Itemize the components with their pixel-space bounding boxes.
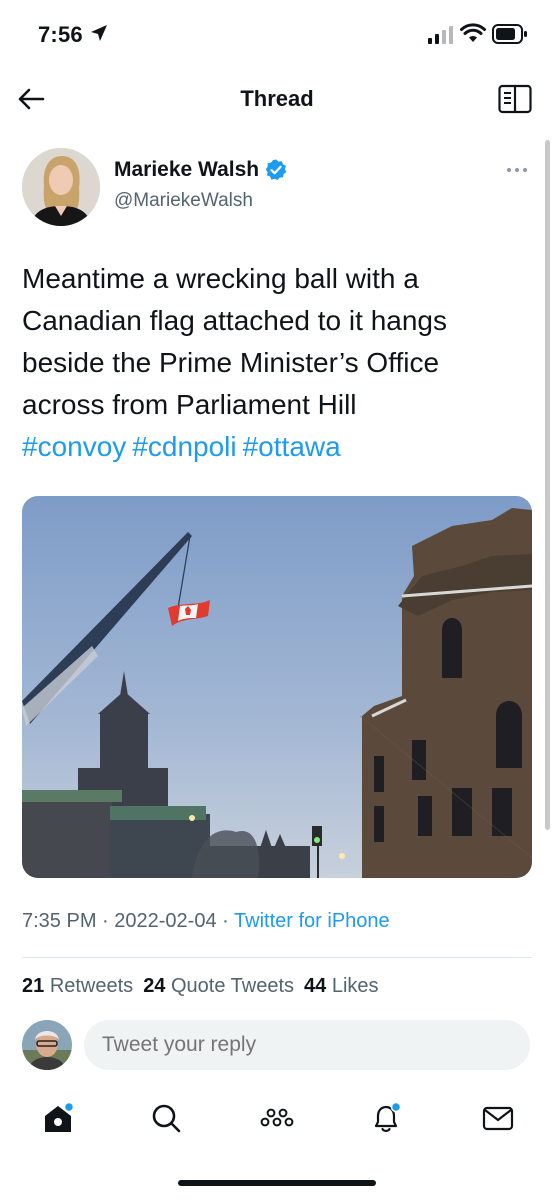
status-time: 7:56 (38, 22, 83, 47)
likes-stat[interactable]: 44 Likes (304, 975, 379, 998)
cellular-signal-icon (428, 26, 453, 44)
likes-count: 44 (304, 975, 327, 997)
tweet-source-link[interactable]: Twitter for iPhone (234, 910, 390, 932)
likes-label: Likes (331, 975, 379, 997)
author-name-row[interactable]: Marieke Walsh (114, 158, 287, 182)
reply-bar (0, 1018, 554, 1076)
hashtag-link[interactable]: #ottawa (243, 431, 341, 462)
engagement-stats: 21 Retweets 24 Quote Tweets 44 Likes (22, 975, 379, 998)
quote-tweets-count: 24 (143, 975, 166, 997)
tweet-photo[interactable] (22, 496, 532, 878)
meta-separator: · (222, 910, 229, 932)
battery-icon (492, 24, 527, 44)
page-title: Thread (240, 86, 314, 111)
user-photo (22, 1020, 72, 1070)
notifications-icon (374, 1101, 402, 1132)
home-indicator[interactable] (178, 1180, 376, 1186)
more-options-icon[interactable] (506, 166, 528, 174)
messages-icon (482, 1106, 514, 1131)
tweet-timestamp: 7:35 PM · 2022-02-04 · Twitter for iPhon… (22, 910, 390, 933)
meta-separator: · (102, 910, 109, 932)
home-icon (45, 1101, 75, 1132)
author-handle[interactable]: @MariekeWalsh (114, 190, 253, 212)
wifi-icon (460, 23, 486, 42)
retweets-stat[interactable]: 21 Retweets (22, 975, 133, 998)
author-avatar[interactable] (22, 148, 100, 226)
reply-input[interactable] (84, 1020, 530, 1070)
bottom-tab-bar (0, 1090, 554, 1150)
tab-notifications[interactable] (366, 1098, 406, 1138)
search-icon (152, 1104, 181, 1133)
quote-tweets-stat[interactable]: 24 Quote Tweets (143, 975, 294, 998)
tweet-time: 7:35 PM (22, 910, 97, 932)
tab-messages[interactable] (478, 1098, 518, 1138)
user-avatar[interactable] (22, 1020, 72, 1070)
status-bar: 7:56 (0, 0, 554, 70)
scrollbar[interactable] (545, 140, 550, 830)
photo-scene (22, 496, 532, 878)
author-display-name[interactable]: Marieke Walsh (114, 158, 259, 182)
tweet-date: 2022-02-04 (114, 910, 217, 932)
nav-header: Thread (0, 72, 554, 128)
tab-home[interactable] (38, 1098, 78, 1138)
hashtag-list: #convoy #cdnpoli #ottawa (22, 426, 347, 468)
author-photo (22, 148, 100, 226)
hashtag-link[interactable]: #cdnpoli (132, 431, 236, 462)
hashtag-link[interactable]: #convoy (22, 431, 126, 462)
location-arrow-icon (91, 25, 107, 41)
reader-mode-icon[interactable] (498, 84, 532, 114)
tab-spaces[interactable] (257, 1098, 297, 1138)
retweets-label: Retweets (49, 975, 134, 997)
quote-tweets-label: Quote Tweets (171, 975, 295, 997)
tab-search[interactable] (146, 1098, 186, 1138)
spaces-icon (260, 1108, 294, 1127)
retweets-count: 21 (22, 975, 45, 997)
divider (22, 957, 532, 958)
verified-badge-icon (265, 159, 287, 180)
tweet-text: Meantime a wrecking ball with a Canadian… (22, 263, 447, 420)
